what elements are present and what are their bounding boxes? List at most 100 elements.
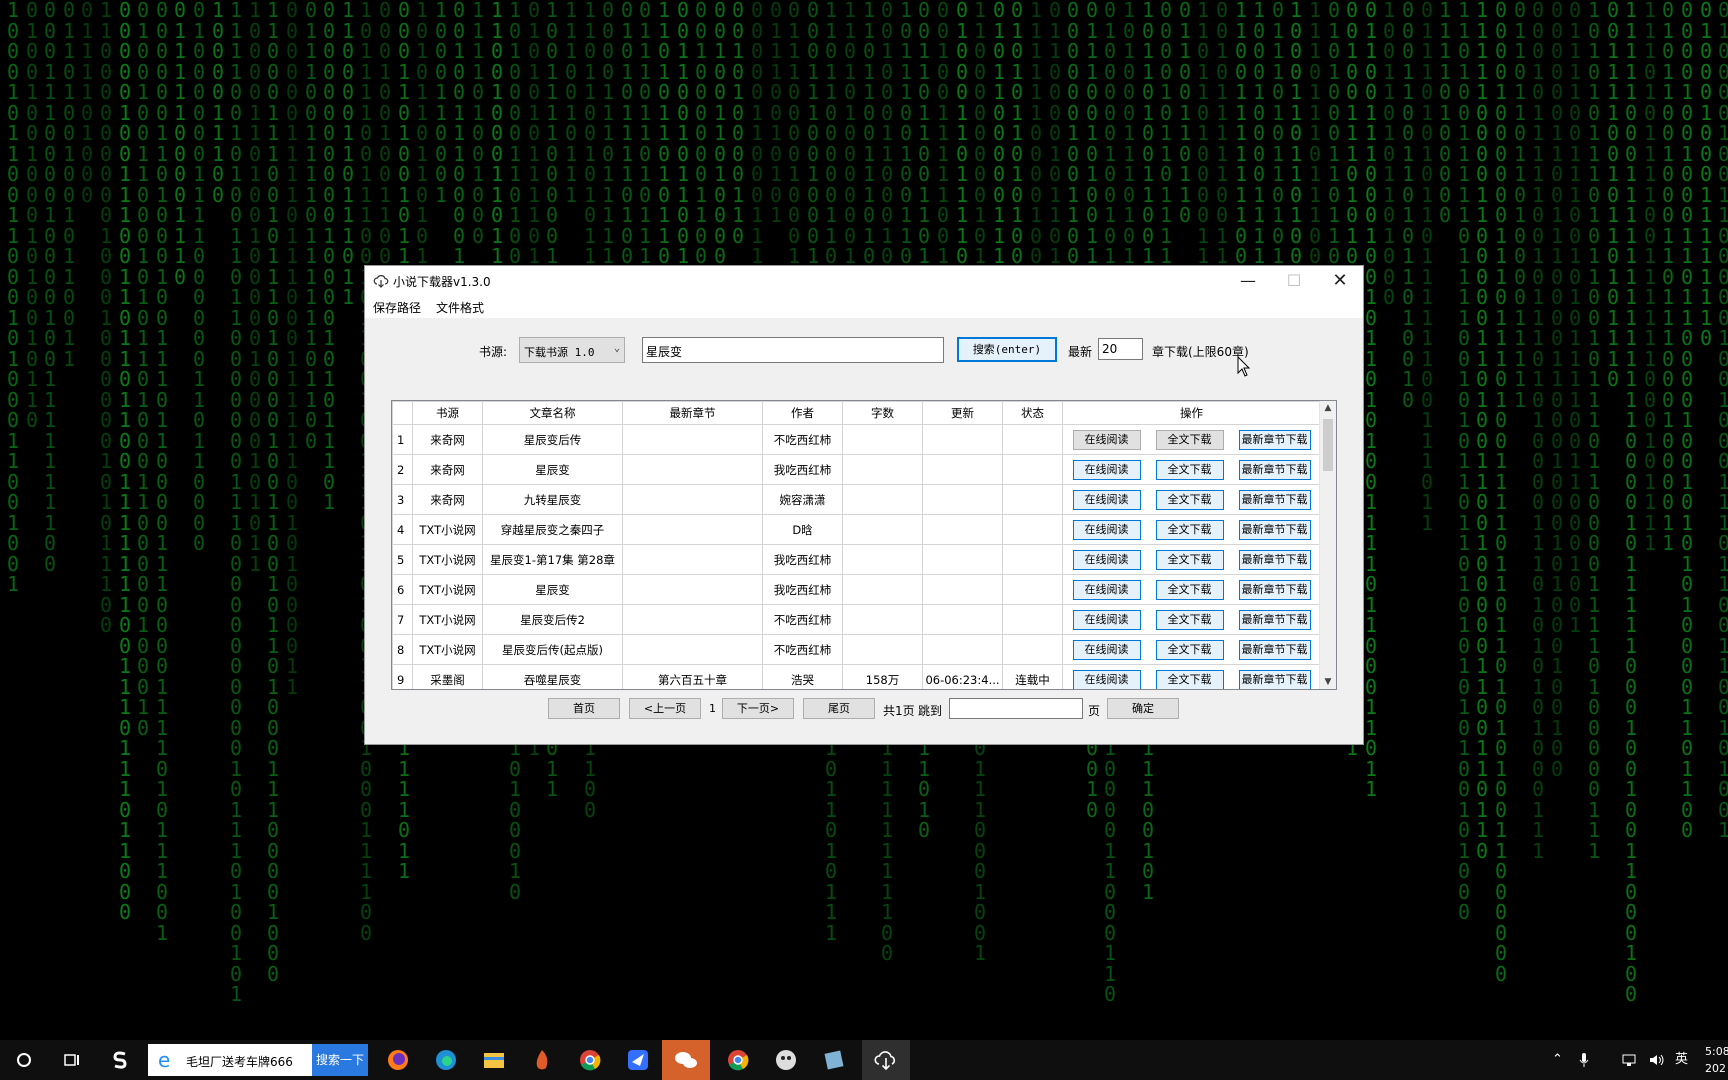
close-button[interactable]: ✕ <box>1317 266 1363 296</box>
full-download-button[interactable]: 全文下载 <box>1155 429 1224 450</box>
chrome-icon-2[interactable] <box>714 1040 762 1080</box>
menu-save-path[interactable]: 保存路径 <box>373 299 421 316</box>
table-row[interactable]: 9 采墨阁 吞噬星辰变 第六百五十章 浩哭 158万 06-06:23:4... 连载中 在线阅… <box>392 664 1321 689</box>
taskbar-search-button[interactable]: 搜索一下 <box>312 1044 368 1076</box>
read-online-button[interactable]: 在线阅读 <box>1072 579 1141 600</box>
table-row[interactable]: 4 TXT小说网 穿越星辰变之秦四子 D晗 在线阅读 全文下载 最新章节下载 <box>392 514 1321 545</box>
prev-page-button[interactable]: <上一页 <box>629 698 701 719</box>
latest-chapters-download-button[interactable]: 最新章节下载 <box>1238 429 1311 450</box>
feishu-icon[interactable] <box>614 1040 662 1080</box>
full-download-button[interactable]: 全文下载 <box>1155 579 1224 600</box>
app-avatar-icon[interactable] <box>762 1040 810 1080</box>
volume-icon[interactable] <box>1648 1040 1666 1080</box>
next-page-button[interactable]: 下一页> <box>722 698 794 719</box>
scroll-thumb[interactable] <box>1323 419 1333 471</box>
read-online-button[interactable]: 在线阅读 <box>1072 639 1141 660</box>
read-online-button[interactable]: 在线阅读 <box>1072 609 1141 630</box>
edge-icon[interactable] <box>422 1040 470 1080</box>
last-page-button[interactable]: 尾页 <box>803 698 875 719</box>
table-row[interactable]: 3 来奇网 九转星辰变 婉容潇潇 在线阅读 全文下载 最新章节下载 <box>392 484 1321 515</box>
table-row[interactable]: 1 来奇网 星辰变后传 不吃西红柿 在线阅读 全文下载 最新章节下载 <box>392 424 1321 455</box>
app-flame-icon[interactable] <box>518 1040 566 1080</box>
matrix-column: 0 0 0 0 0 1 0 0 1 1 1 0 0 1 1 0 1 1 0 1 … <box>118 0 132 924</box>
matrix-column: 1 0 0 0 0 1 1 0 1 0 0 1 0 0 0 0 0 1 0 0 … <box>248 0 262 576</box>
latest-chapters-download-button[interactable]: 最新章节下载 <box>1238 669 1311 689</box>
menu-file-format[interactable]: 文件格式 <box>436 299 484 316</box>
confirm-button[interactable]: 确定 <box>1107 698 1179 719</box>
cell-status <box>1002 544 1063 575</box>
read-online-button[interactable]: 在线阅读 <box>1072 549 1141 570</box>
scroll-up-icon[interactable]: ▲ <box>1320 403 1336 413</box>
first-page-button[interactable]: 首页 <box>548 698 620 719</box>
table-row[interactable]: 8 TXT小说网 星辰变后传(起点版) 不吃西红柿 在线阅读 全文下载 最新章节下载 <box>392 634 1321 665</box>
table-row[interactable]: 6 TXT小说网 星辰变 我吃西红柿 在线阅读 全文下载 最新章节下载 <box>392 574 1321 605</box>
tray-chevron-up-icon[interactable]: ⌃ <box>1552 1040 1563 1080</box>
full-download-button[interactable]: 全文下载 <box>1155 459 1224 480</box>
latest-chapters-download-button[interactable]: 最新章节下载 <box>1238 609 1311 630</box>
task-view-icon[interactable] <box>48 1040 96 1080</box>
clock-date: 202 <box>1705 1062 1726 1075</box>
matrix-column: 0 0 1 0 0 1 1 1 1 1 0 0 1 <box>936 0 950 268</box>
microphone-icon[interactable] <box>1578 1040 1590 1080</box>
latest-chapters-download-button[interactable]: 最新章节下载 <box>1238 489 1311 510</box>
app-book-icon[interactable] <box>810 1040 858 1080</box>
search-input[interactable]: 星辰变 <box>642 337 944 363</box>
cell-words <box>842 604 923 635</box>
latest-chapters-download-button[interactable]: 最新章节下载 <box>1238 549 1311 570</box>
maximize-button[interactable]: ☐ <box>1271 266 1317 296</box>
matrix-column: 1 1 1 0 0 1 0 1 1 1 <box>564 0 578 207</box>
taskbar-search-text: 毛坦厂送考车牌666 <box>186 1055 293 1069</box>
latest-count-input[interactable]: 20 <box>1098 338 1143 360</box>
read-online-button[interactable]: 在线阅读 <box>1072 669 1141 689</box>
network-icon[interactable] <box>1622 1040 1640 1080</box>
current-page: 1 <box>709 702 716 715</box>
full-download-button[interactable]: 全文下载 <box>1155 609 1224 630</box>
full-download-button[interactable]: 全文下载 <box>1155 669 1224 689</box>
full-download-button[interactable]: 全文下载 <box>1155 639 1224 660</box>
column-header[interactable]: 操作 <box>1062 401 1321 425</box>
taskbar-search-box[interactable]: e 毛坦厂送考车牌666 搜索一下 <box>148 1044 368 1076</box>
scroll-down-icon[interactable]: ▼ <box>1320 677 1336 687</box>
ime-indicator[interactable]: 英 <box>1675 1040 1688 1080</box>
chrome-icon[interactable] <box>566 1040 614 1080</box>
latest-chapters-download-button[interactable]: 最新章节下载 <box>1238 639 1311 660</box>
jump-page-input[interactable] <box>949 698 1083 719</box>
source-select[interactable]: 下载书源 1.0 ⌄ <box>519 337 625 363</box>
matrix-column: 0 1 1 1 0 1 1 0 1 0 1 1 1 0 <box>638 0 652 287</box>
column-header[interactable]: 字数 <box>842 401 923 425</box>
vertical-scrollbar[interactable]: ▲ ▼ <box>1319 401 1336 689</box>
read-online-button[interactable]: 在线阅读 <box>1072 489 1141 510</box>
wechat-icon[interactable] <box>662 1040 710 1080</box>
file-explorer-icon[interactable] <box>470 1040 518 1080</box>
firefox-icon[interactable] <box>374 1040 422 1080</box>
cell-updated <box>922 424 1003 455</box>
latest-chapters-download-button[interactable]: 最新章节下载 <box>1238 459 1311 480</box>
table-row[interactable]: 7 TXT小说网 星辰变后传2 不吃西红柿 在线阅读 全文下载 最新章节下载 <box>392 604 1321 635</box>
clock[interactable]: 5:08 202 <box>1705 1043 1728 1077</box>
column-header[interactable]: 更新 <box>922 401 1003 425</box>
read-online-button[interactable]: 在线阅读 <box>1072 519 1141 540</box>
column-header[interactable]: 作者 <box>762 401 843 425</box>
cell-words <box>842 544 923 575</box>
title-bar[interactable]: 小说下载器v1.3.0 — ☐ ✕ <box>365 266 1363 296</box>
column-header[interactable]: 文章名称 <box>482 401 623 425</box>
column-header[interactable]: 书源 <box>412 401 483 425</box>
full-download-button[interactable]: 全文下载 <box>1155 549 1224 570</box>
column-header[interactable]: 最新章节 <box>622 401 763 425</box>
novel-downloader-taskbar-icon[interactable] <box>862 1040 910 1080</box>
latest-chapters-download-button[interactable]: 最新章节下载 <box>1238 519 1311 540</box>
table-row[interactable]: 2 来奇网 星辰变 我吃西红柿 在线阅读 全文下载 最新章节下载 <box>392 454 1321 485</box>
full-download-button[interactable]: 全文下载 <box>1155 489 1224 510</box>
read-online-button[interactable]: 在线阅读 <box>1072 459 1141 480</box>
table-row[interactable]: 5 TXT小说网 星辰变1-第17集 第28章 我吃西红柿 在线阅读 全文下载 最新章节下载 <box>392 544 1321 575</box>
latest-chapters-download-button[interactable]: 最新章节下载 <box>1238 579 1311 600</box>
matrix-column: 0 1 0 0 1 0 0 1 0 0 0 1 0 1 0 0 1 0 1 1 … <box>25 0 39 432</box>
minimize-button[interactable]: — <box>1225 266 1271 296</box>
full-download-button[interactable]: 全文下载 <box>1155 519 1224 540</box>
read-online-button[interactable]: 在线阅读 <box>1072 429 1141 450</box>
app-s-icon[interactable] <box>96 1040 144 1080</box>
source-label: 书源: <box>479 345 508 359</box>
search-button[interactable]: 搜索(enter) <box>957 337 1057 362</box>
cortana-circle-icon[interactable] <box>0 1040 48 1080</box>
column-header[interactable]: 状态 <box>1002 401 1063 425</box>
